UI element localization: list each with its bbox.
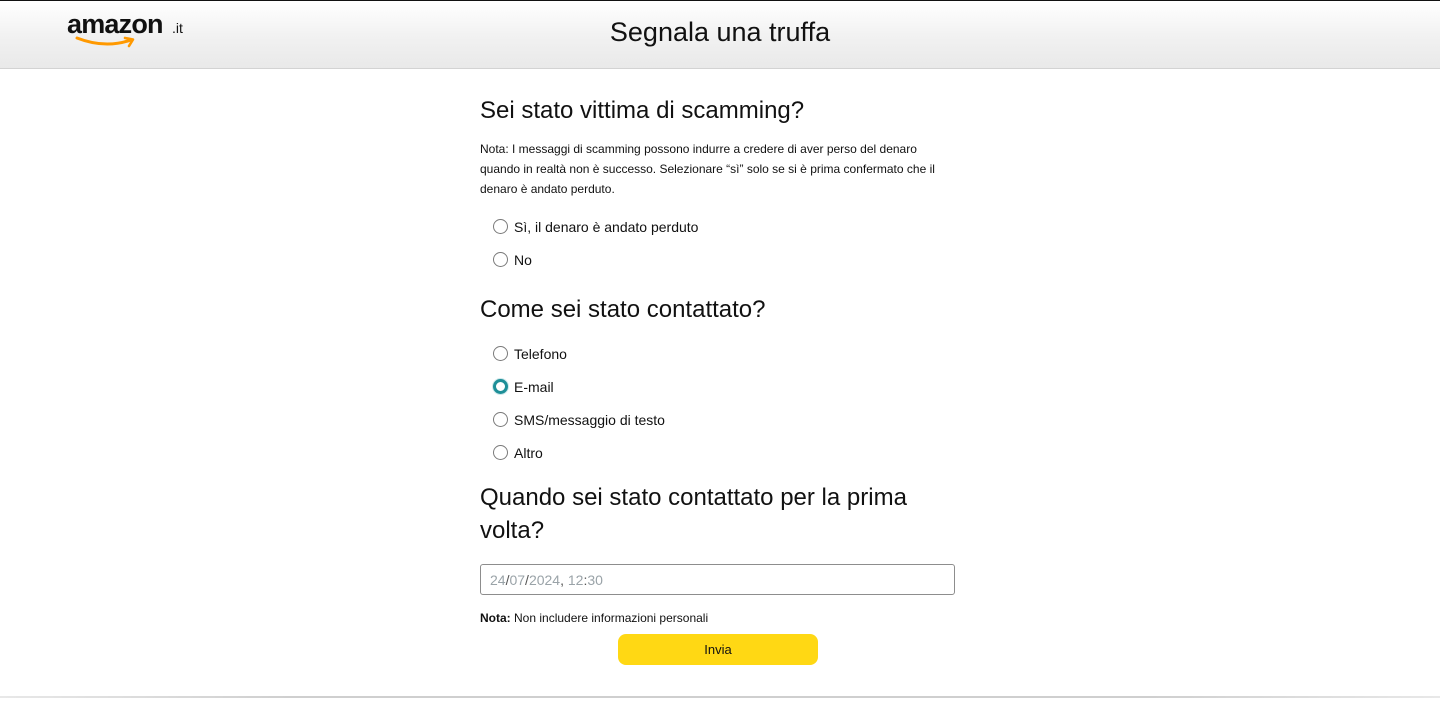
contact-radio-group: Telefono E-mail SMS/messaggio di testo A… bbox=[493, 337, 960, 469]
radio-button[interactable] bbox=[493, 346, 508, 361]
header-bar: amazon .it Segnala una truffa bbox=[0, 1, 1440, 69]
radio-option-sms[interactable]: SMS/messaggio di testo bbox=[493, 403, 960, 436]
radio-button[interactable] bbox=[493, 252, 508, 267]
radio-option-money-lost[interactable]: Sì, il denaro è andato perduto bbox=[493, 210, 960, 243]
radio-button[interactable] bbox=[493, 412, 508, 427]
date-year[interactable]: 2024 bbox=[529, 572, 560, 588]
date-month[interactable]: 07 bbox=[509, 572, 525, 588]
radio-option-other[interactable]: Altro bbox=[493, 436, 960, 469]
radio-button-focused[interactable] bbox=[493, 379, 508, 394]
radio-option-phone[interactable]: Telefono bbox=[493, 337, 960, 370]
radio-option-no[interactable]: No bbox=[493, 243, 960, 276]
report-form: Sei stato vittima di scamming? Nota: I m… bbox=[480, 94, 960, 625]
radio-label: Altro bbox=[514, 444, 543, 461]
note-label: Nota: bbox=[480, 611, 511, 625]
victim-question-heading: Sei stato vittima di scamming? bbox=[480, 97, 805, 124]
date-question-heading: Quando sei stato contattato per la prima… bbox=[480, 484, 907, 544]
submit-button[interactable]: Invia bbox=[618, 634, 818, 665]
time-minute[interactable]: 30 bbox=[587, 572, 603, 588]
radio-label: Sì, il denaro è andato perduto bbox=[514, 218, 699, 235]
victim-note: Nota: I messaggi di scamming possono ind… bbox=[480, 142, 935, 196]
date-time-separator: , bbox=[560, 571, 568, 588]
victim-radio-group: Sì, il denaro è andato perduto No bbox=[493, 210, 960, 276]
radio-label: No bbox=[514, 251, 532, 268]
contact-question-heading: Come sei stato contattato? bbox=[480, 296, 766, 323]
radio-label: E-mail bbox=[514, 378, 554, 395]
time-hour[interactable]: 12 bbox=[568, 572, 584, 588]
datetime-input[interactable]: 24/07/2024, 12:30 bbox=[480, 564, 955, 595]
radio-button[interactable] bbox=[493, 219, 508, 234]
submit-container: Invia bbox=[618, 634, 818, 665]
radio-label: SMS/messaggio di testo bbox=[514, 411, 665, 428]
date-day[interactable]: 24 bbox=[490, 572, 506, 588]
radio-label: Telefono bbox=[514, 345, 567, 362]
page-title: Segnala una truffa bbox=[609, 17, 831, 47]
note-text: Non includere informazioni personali bbox=[514, 611, 709, 625]
footer-divider bbox=[0, 696, 1440, 698]
radio-button[interactable] bbox=[493, 445, 508, 460]
radio-option-email[interactable]: E-mail bbox=[493, 370, 960, 403]
personal-info-note: Nota: Non includere informazioni persona… bbox=[480, 611, 960, 625]
